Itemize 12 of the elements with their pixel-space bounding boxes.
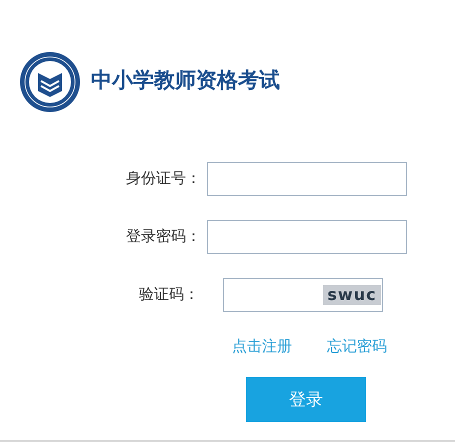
- text-link[interactable]: 点击注册: [232, 336, 292, 358]
- field-label: 登录密码：: [125, 226, 201, 247]
- id-number-field[interactable]: [207, 162, 407, 196]
- logo-icon: [19, 51, 81, 113]
- field-label: 验证码：: [138, 284, 199, 305]
- field-label: 身份证号：: [125, 168, 201, 189]
- text-link[interactable]: 忘记密码: [327, 336, 387, 358]
- captcha-image[interactable]: swuc: [323, 285, 381, 305]
- captcha-field[interactable]: swuc: [223, 278, 383, 312]
- site-title: 中小学教师资格考试: [91, 68, 280, 94]
- login-button[interactable]: 登录: [246, 377, 366, 422]
- password-field[interactable]: [207, 220, 407, 254]
